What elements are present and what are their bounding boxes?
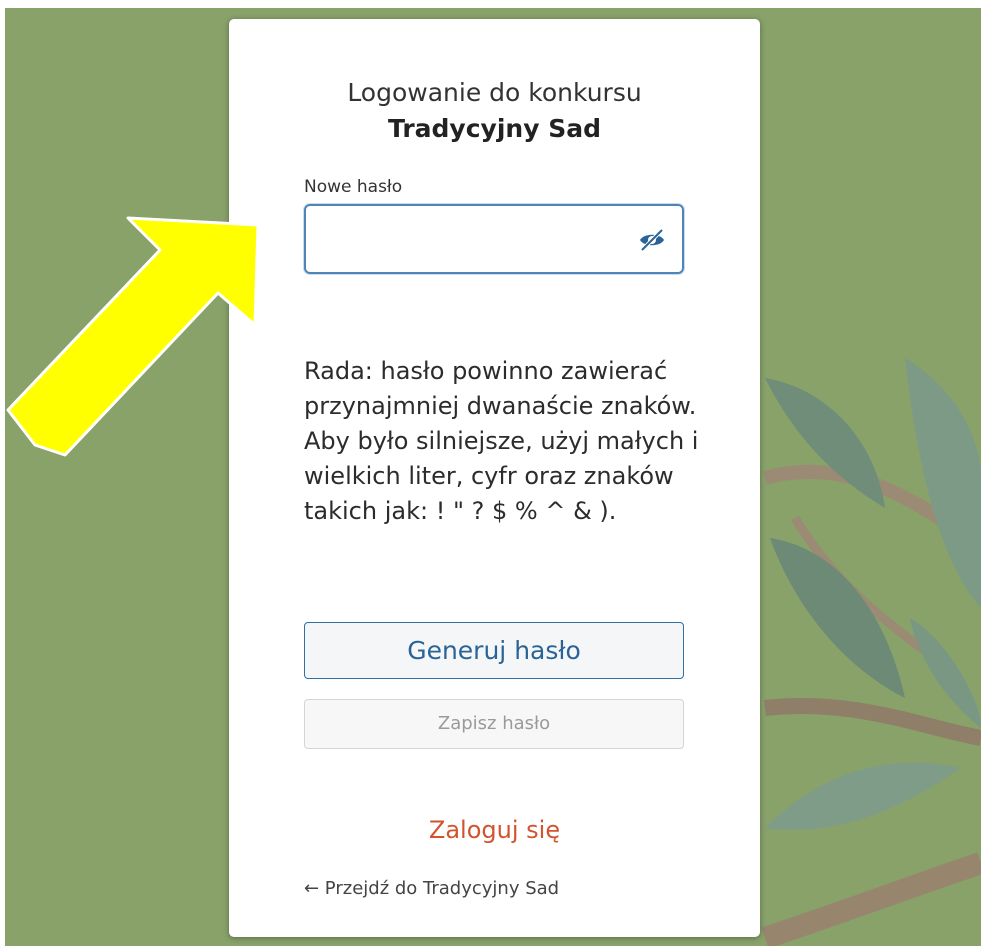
eye-slash-icon[interactable] — [638, 228, 666, 252]
title-line: Logowanie do konkursu — [347, 78, 642, 107]
password-hint: Rada: hasło powinno zawierać przynajmnie… — [304, 357, 699, 525]
generate-password-button[interactable]: Generuj hasło — [304, 622, 684, 679]
save-password-button[interactable]: Zapisz hasło — [304, 699, 684, 749]
login-link[interactable]: Zaloguj się — [229, 816, 760, 844]
new-password-input[interactable] — [304, 204, 684, 274]
back-to-site-link[interactable]: ← Przejdź do Tradycyjny Sad — [304, 878, 559, 899]
annotation-arrow-icon — [6, 216, 260, 457]
